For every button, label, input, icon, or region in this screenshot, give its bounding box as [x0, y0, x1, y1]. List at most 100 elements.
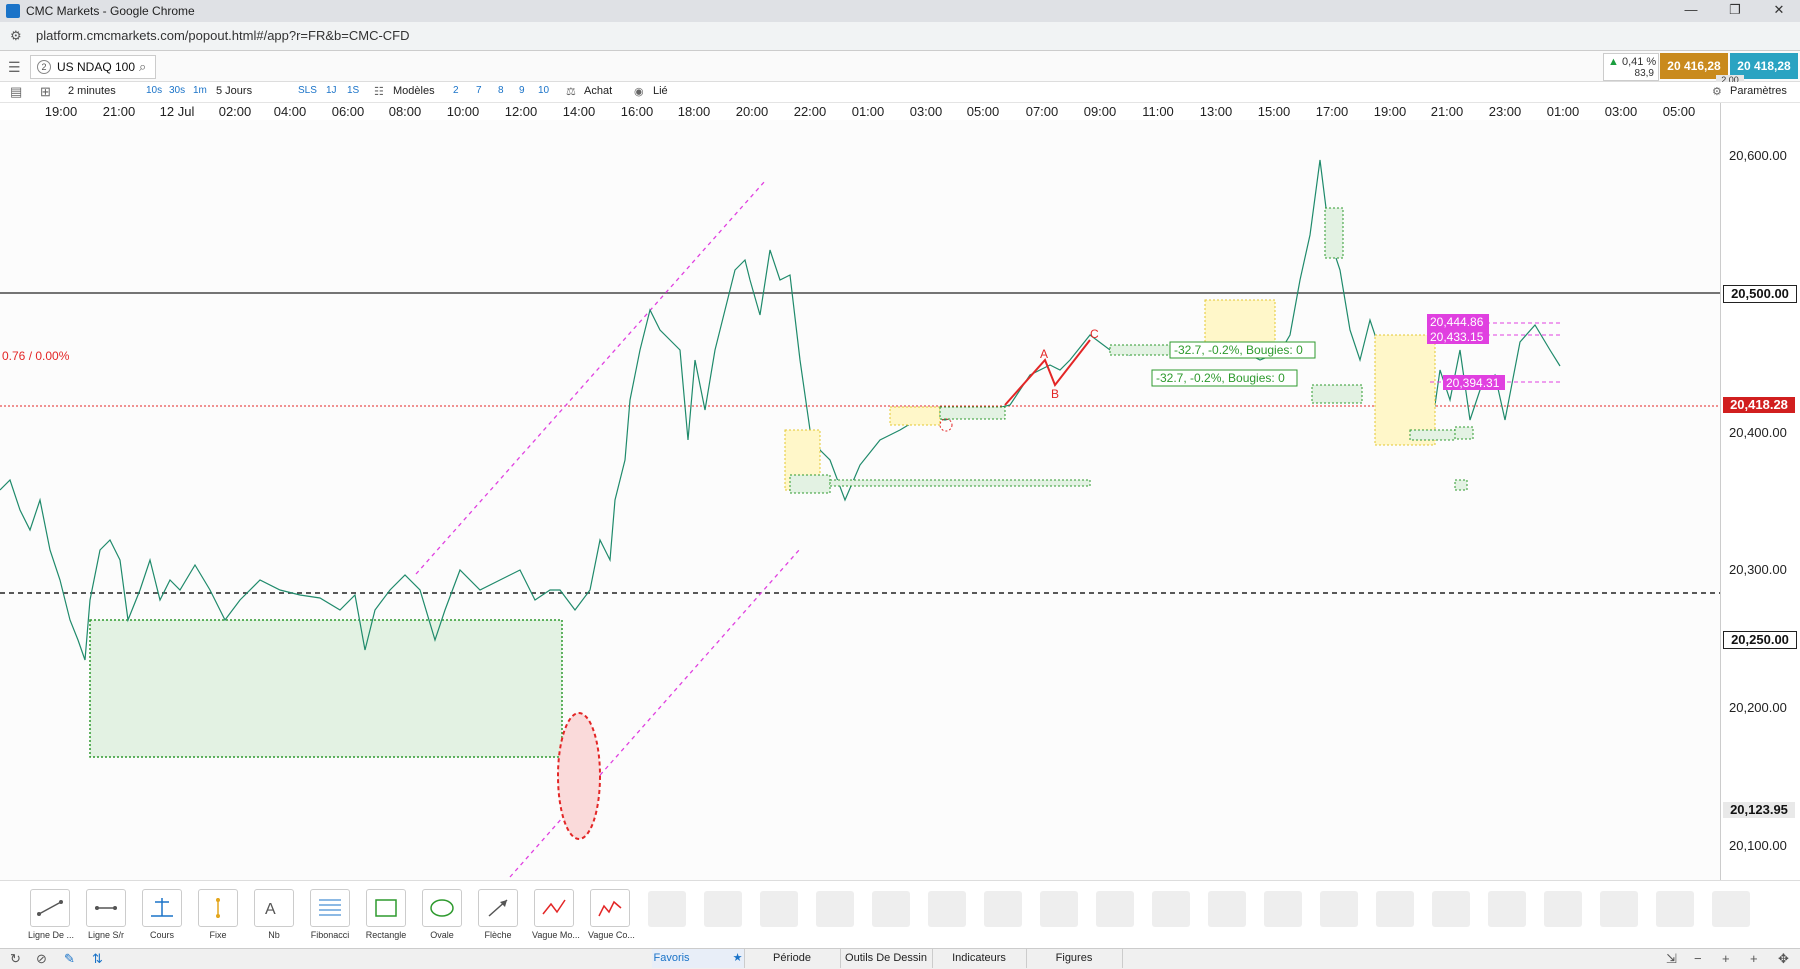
- tab-indicators[interactable]: Indicateurs: [932, 949, 1027, 968]
- green-zone[interactable]: [1311, 384, 1363, 404]
- consolidation-zone[interactable]: [89, 619, 563, 758]
- empty-tool-slot[interactable]: [928, 891, 966, 927]
- expand-icon[interactable]: ✥: [1778, 951, 1789, 967]
- empty-tool-slot[interactable]: [1096, 891, 1134, 927]
- empty-tool-slot[interactable]: [1320, 891, 1358, 927]
- crosshair-icon[interactable]: +: [1750, 951, 1758, 966]
- price-axis[interactable]: 20,600.00 20,500.00 20,418.28 20,400.00 …: [1720, 103, 1800, 880]
- restore-button[interactable]: ❐: [1720, 2, 1750, 20]
- empty-tool-slot[interactable]: [648, 891, 686, 927]
- green-zone[interactable]: [939, 406, 1006, 420]
- preset-7[interactable]: 7: [476, 85, 482, 96]
- menu-icon[interactable]: ☰: [8, 59, 21, 76]
- marker-circle[interactable]: [939, 418, 953, 432]
- interval-select[interactable]: 2 minutes: [68, 85, 116, 97]
- range-1j[interactable]: 1J: [326, 85, 337, 96]
- grid-icon[interactable]: ⊞: [40, 84, 51, 100]
- tab-drawing-tools[interactable]: Outils De Dessin: [840, 949, 933, 968]
- empty-tool-slot[interactable]: [872, 891, 910, 927]
- empty-tool-slot[interactable]: [1544, 891, 1582, 927]
- empty-tool-slot[interactable]: [1488, 891, 1526, 927]
- green-zone[interactable]: [1409, 429, 1456, 441]
- empty-tool-slot[interactable]: [1376, 891, 1414, 927]
- empty-tool-slot[interactable]: [1208, 891, 1246, 927]
- time-label: 19:00: [1373, 104, 1407, 119]
- templates-button[interactable]: Modèles: [393, 85, 435, 97]
- gear-icon[interactable]: ⚙: [1712, 85, 1722, 98]
- low-price-tag: 20,123.95: [1723, 802, 1795, 818]
- disable-icon[interactable]: ⊘: [36, 951, 47, 967]
- range-sls[interactable]: SLS: [298, 85, 317, 96]
- trend-line-tool[interactable]: Ligne De ...: [28, 889, 74, 940]
- time-label: 01:00: [1546, 104, 1580, 119]
- search-icon[interactable]: ⌕: [139, 59, 146, 75]
- green-zone[interactable]: [1454, 479, 1468, 491]
- templates-icon: ☷: [374, 86, 384, 98]
- yellow-zone[interactable]: [1374, 334, 1436, 446]
- site-settings-icon[interactable]: ⚙: [10, 28, 22, 44]
- empty-tool-slot[interactable]: [984, 891, 1022, 927]
- motive-wave-tool[interactable]: Vague Mo...: [532, 889, 580, 940]
- empty-tool-slot[interactable]: [1264, 891, 1302, 927]
- minimize-button[interactable]: —: [1676, 2, 1706, 20]
- rectangle-tool[interactable]: Rectangle: [364, 889, 408, 940]
- tab-period[interactable]: Période: [744, 949, 841, 968]
- green-zone[interactable]: [789, 474, 831, 494]
- corrective-wave-tool[interactable]: Vague Co...: [588, 889, 635, 940]
- vertical-line-icon: [216, 898, 220, 918]
- tab-favorites[interactable]: Favoris ★: [652, 949, 745, 968]
- empty-tool-slot[interactable]: [704, 891, 742, 927]
- empty-tool-slot[interactable]: [1152, 891, 1190, 927]
- green-zone[interactable]: [829, 479, 1091, 487]
- buy-button[interactable]: Achat: [584, 85, 612, 97]
- green-zone[interactable]: [1324, 207, 1344, 259]
- close-button[interactable]: ✕: [1764, 2, 1794, 20]
- tab-figures[interactable]: Figures: [1026, 949, 1123, 968]
- empty-tool-slot[interactable]: [1600, 891, 1638, 927]
- pencil-icon[interactable]: ✎: [64, 951, 75, 967]
- fibonacci-tool[interactable]: Fibonacci: [308, 889, 352, 940]
- low-highlight-oval[interactable]: [557, 712, 601, 840]
- note-tool[interactable]: A Nb: [252, 889, 296, 940]
- channel-upper-line[interactable]: [415, 180, 766, 575]
- preset-10[interactable]: 10: [538, 85, 549, 96]
- empty-tool-slot[interactable]: [816, 891, 854, 927]
- link-button[interactable]: Lié: [653, 85, 668, 97]
- tool-label: Rectangle: [365, 930, 407, 940]
- empty-tool-slot[interactable]: [1432, 891, 1470, 927]
- zoom-out-icon[interactable]: −: [1694, 951, 1702, 966]
- empty-tool-slot[interactable]: [1040, 891, 1078, 927]
- interval-1m[interactable]: 1m: [193, 85, 207, 96]
- price-tool[interactable]: Cours: [140, 889, 184, 940]
- instrument-selector[interactable]: 2 US NDAQ 100 ⌕: [30, 55, 156, 79]
- time-label: 07:00: [1025, 104, 1059, 119]
- time-label: 18:00: [677, 104, 711, 119]
- oval-tool[interactable]: Ovale: [420, 889, 464, 940]
- settings-button[interactable]: Paramètres: [1730, 85, 1787, 97]
- empty-tool-slot[interactable]: [1712, 891, 1750, 927]
- time-label: 16:00: [620, 104, 654, 119]
- window-title: CMC Markets - Google Chrome: [26, 4, 195, 18]
- empty-tool-slot[interactable]: [760, 891, 798, 927]
- interval-10s[interactable]: 10s: [146, 85, 162, 96]
- fit-icon[interactable]: ⇲: [1666, 951, 1677, 967]
- yellow-zone[interactable]: [889, 406, 941, 426]
- preset-2[interactable]: 2: [453, 85, 459, 96]
- tool-label: Fixe: [209, 930, 227, 940]
- interval-30s[interactable]: 30s: [169, 85, 185, 96]
- zoom-in-icon[interactable]: +: [1722, 951, 1730, 966]
- range-select[interactable]: 5 Jours: [216, 85, 252, 97]
- empty-tool-slot[interactable]: [1656, 891, 1694, 927]
- refresh-icon[interactable]: ↻: [10, 951, 21, 967]
- arrow-tool[interactable]: Flèche: [476, 889, 520, 940]
- price-chart[interactable]: A B C 0.76 / 0.00% -32.7, -0.2%, Bougies…: [0, 108, 1720, 880]
- sr-line-tool[interactable]: Ligne S/r: [84, 889, 128, 940]
- layout-icon[interactable]: ▤: [10, 84, 22, 100]
- range-1s[interactable]: 1S: [347, 85, 359, 96]
- fixed-tool[interactable]: Fixe: [196, 889, 240, 940]
- green-zone[interactable]: [1454, 426, 1474, 440]
- magnet-icon[interactable]: ⇅: [92, 951, 103, 967]
- preset-9[interactable]: 9: [519, 85, 525, 96]
- preset-8[interactable]: 8: [498, 85, 504, 96]
- url-text[interactable]: platform.cmcmarkets.com/popout.html#/app…: [36, 28, 410, 43]
